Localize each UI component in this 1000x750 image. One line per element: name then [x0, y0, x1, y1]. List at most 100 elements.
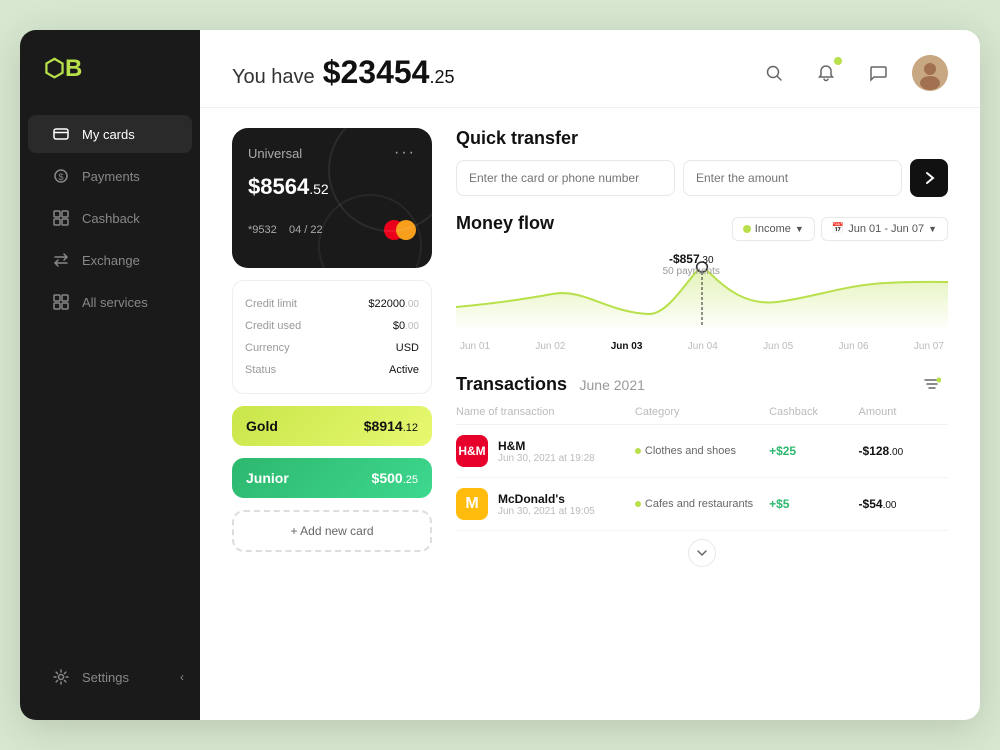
income-dot — [743, 225, 751, 233]
table-row[interactable]: H&M H&M Jun 30, 2021 at 19:28 Clothes an… — [456, 425, 948, 478]
category-cell: Cafes and restaurants — [635, 498, 769, 510]
sidebar-item-label: My cards — [82, 127, 135, 142]
add-card-button[interactable]: + Add new card — [232, 510, 432, 552]
detail-value: $22000.00 — [368, 298, 419, 310]
svg-text:$: $ — [58, 172, 63, 182]
transfer-submit-button[interactable] — [910, 159, 948, 197]
sidebar-item-all-services[interactable]: All services — [28, 283, 192, 321]
table-row[interactable]: M McDonald's Jun 30, 2021 at 19:05 Cafes… — [456, 478, 948, 531]
chart-label-jun05: Jun 05 — [763, 341, 793, 352]
hm-logo: H&M — [456, 435, 488, 467]
quick-transfer-section: Quick transfer — [456, 128, 948, 197]
gold-card[interactable]: Gold $8914.12 — [232, 406, 432, 446]
category-label: Clothes and shoes — [645, 445, 736, 457]
show-more-area — [456, 531, 948, 575]
content-area: Universal ··· $8564.52 *9532 04 / 22 — [200, 108, 980, 720]
card-menu-button[interactable]: ··· — [394, 144, 416, 162]
mc-right — [396, 220, 416, 240]
sidebar-item-label: Exchange — [82, 253, 140, 268]
junior-card-name: Junior — [246, 470, 289, 486]
income-filter-button[interactable]: Income ▼ — [732, 217, 815, 241]
payments-icon: $ — [52, 167, 70, 185]
detail-currency: Currency USD — [245, 337, 419, 359]
junior-card-amount: $500.25 — [372, 470, 418, 486]
avatar[interactable] — [912, 55, 948, 91]
chart-label-jun03: Jun 03 — [611, 341, 643, 352]
transactions-period: June 2021 — [580, 377, 645, 393]
cards-icon — [52, 125, 70, 143]
transactions-section: Transactions June 2021 — [456, 368, 948, 575]
exchange-icon — [52, 251, 70, 269]
gold-card-name: Gold — [246, 418, 278, 434]
detail-label: Credit used — [245, 320, 301, 332]
amount-input[interactable] — [683, 160, 902, 196]
sidebar-item-label: Payments — [82, 169, 140, 184]
amount-cell: -$54.00 — [859, 497, 948, 511]
settings-label: Settings — [82, 670, 129, 685]
card-header: Universal ··· — [248, 144, 416, 162]
settings-icon — [52, 668, 70, 686]
transfer-form — [456, 159, 948, 197]
col-cashback: Cashback — [769, 406, 858, 418]
transaction-brand: M McDonald's Jun 30, 2021 at 19:05 — [456, 488, 635, 520]
sidebar: ⬡B My cards $ Payments — [20, 30, 200, 720]
right-column: Quick transfer Money flow — [456, 128, 948, 700]
show-more-button[interactable] — [688, 539, 716, 567]
date-range-button[interactable]: 📅 Jun 01 - Jun 07 ▼ — [821, 217, 948, 241]
mc-left — [384, 220, 404, 240]
junior-card[interactable]: Junior $500.25 — [232, 458, 432, 498]
sidebar-item-label: All services — [82, 295, 148, 310]
card-footer: *9532 04 / 22 — [248, 220, 416, 240]
search-button[interactable] — [756, 55, 792, 91]
transactions-header: Transactions June 2021 — [456, 368, 948, 400]
detail-credit-used: Credit used $0.00 — [245, 315, 419, 337]
logo: ⬡B — [20, 54, 200, 115]
mastercard-logo — [384, 220, 416, 240]
transactions-filter-button[interactable] — [916, 368, 948, 400]
card-number-expiry: *9532 04 / 22 — [248, 224, 323, 236]
detail-value: Active — [389, 364, 419, 376]
notifications-button[interactable] — [808, 55, 844, 91]
gold-card-amount: $8914.12 — [364, 418, 418, 434]
detail-value: $0.00 — [393, 320, 419, 332]
sidebar-item-exchange[interactable]: Exchange — [28, 241, 192, 279]
header-balance: You have $23454.25 — [232, 54, 455, 91]
sidebar-item-cashback[interactable]: Cashback — [28, 199, 192, 237]
sidebar-item-label: Cashback — [82, 211, 140, 226]
chart-label-jun01: Jun 01 — [460, 341, 490, 352]
transactions-title: Transactions — [456, 374, 567, 394]
universal-card[interactable]: Universal ··· $8564.52 *9532 04 / 22 — [232, 128, 432, 268]
transactions-table: Name of transaction Category Cashback Am… — [456, 400, 948, 531]
quick-transfer-title: Quick transfer — [456, 128, 948, 149]
category-label: Cafes and restaurants — [645, 498, 753, 510]
card-amount: $8564.52 — [248, 174, 416, 200]
collapse-button[interactable]: ‹ — [172, 662, 192, 692]
header-actions — [756, 55, 948, 91]
chart-label-jun04: Jun 04 — [688, 341, 718, 352]
all-services-icon — [52, 293, 70, 311]
chart-labels: Jun 01 Jun 02 Jun 03 Jun 04 Jun 05 Jun 0… — [456, 341, 948, 352]
cashback-icon — [52, 209, 70, 227]
detail-label: Status — [245, 364, 276, 376]
mcdonalds-logo: M — [456, 488, 488, 520]
money-flow-chart: -$857.30 50 payments — [456, 252, 948, 352]
table-header: Name of transaction Category Cashback Am… — [456, 400, 948, 425]
cashback-cell: +$25 — [769, 444, 858, 458]
balance-amount: $23454.25 — [323, 54, 455, 91]
sidebar-item-my-cards[interactable]: My cards — [28, 115, 192, 153]
brand-name: H&M — [498, 439, 595, 453]
tooltip-sub: 50 payments — [663, 266, 720, 277]
detail-label: Credit limit — [245, 298, 297, 310]
chart-tooltip: -$857.30 50 payments — [663, 252, 720, 277]
money-flow-section: Money flow Income ▼ 📅 Jun 01 - Jun 07 ▼ — [456, 213, 948, 352]
left-column: Universal ··· $8564.52 *9532 04 / 22 — [232, 128, 432, 700]
money-flow-title: Money flow — [456, 213, 554, 234]
sidebar-item-payments[interactable]: $ Payments — [28, 157, 192, 195]
money-flow-header: Money flow Income ▼ 📅 Jun 01 - Jun 07 ▼ — [456, 213, 948, 244]
card-phone-input[interactable] — [456, 160, 675, 196]
sidebar-item-settings[interactable]: Settings — [28, 658, 172, 696]
detail-label: Currency — [245, 342, 290, 354]
brand-date: Jun 30, 2021 at 19:05 — [498, 506, 595, 517]
sidebar-nav: My cards $ Payments — [20, 115, 200, 658]
chat-button[interactable] — [860, 55, 896, 91]
